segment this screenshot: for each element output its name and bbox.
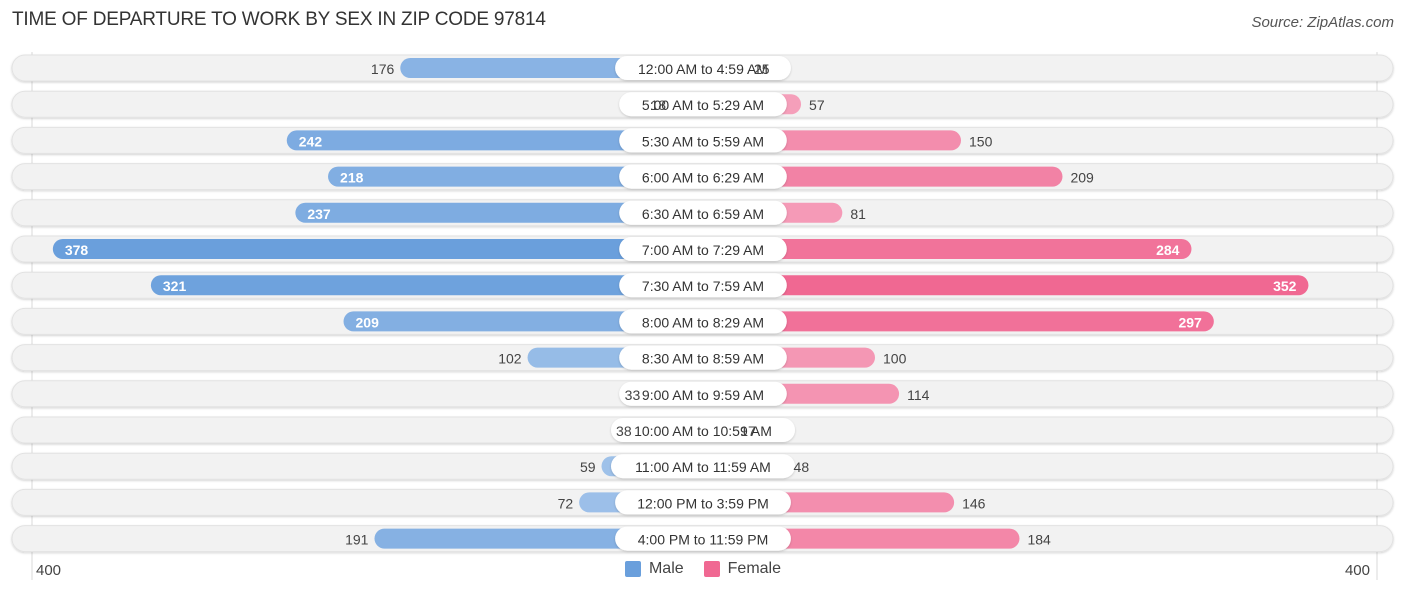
legend-item-male[interactable]: Male <box>624 560 684 578</box>
value-label-male: 242 <box>299 133 323 149</box>
value-label-female: 57 <box>809 97 825 113</box>
chart-row: 12:00 AM to 4:59 AM 176 25 <box>11 54 1394 82</box>
value-label-male: 102 <box>498 351 522 367</box>
value-label-male: 237 <box>307 206 331 222</box>
value-label-male: 321 <box>163 278 187 294</box>
chart-row: 5:30 AM to 5:59 AM 242 150 <box>11 126 1394 154</box>
value-label-female: 81 <box>850 206 866 222</box>
value-label-female: 17 <box>740 423 756 439</box>
chart-row: 9:00 AM to 9:59 AM33 114 <box>11 380 1394 408</box>
category-label: 6:00 AM to 6:29 AM <box>642 170 764 186</box>
value-label-male: 18 <box>650 97 666 113</box>
value-label-female: 100 <box>883 351 907 367</box>
value-label-female: 150 <box>969 133 993 149</box>
chart-row: 12:00 PM to 3:59 PM 72 146 <box>11 488 1394 516</box>
category-label: 7:00 AM to 7:29 AM <box>642 242 764 258</box>
value-label-female: 297 <box>1178 314 1202 330</box>
category-label: 6:30 AM to 6:59 AM <box>642 206 764 222</box>
legend-item-female[interactable]: Female <box>703 560 782 578</box>
chart-row: 7:00 AM to 7:29 AM 378 284 <box>11 235 1394 263</box>
value-label-female: 146 <box>962 495 986 511</box>
value-label-male: 72 <box>558 495 574 511</box>
category-label: 12:00 PM to 3:59 PM <box>637 495 769 511</box>
chart-row: 4:00 PM to 11:59 PM 191 184 <box>11 525 1394 553</box>
value-label-male: 33 <box>625 387 641 403</box>
value-label-male: 59 <box>580 459 596 475</box>
chart-row: 11:00 AM to 11:59 AM 59 48 <box>11 452 1394 480</box>
category-label: 5:30 AM to 5:59 AM <box>642 133 764 149</box>
bar-male[interactable] <box>52 239 713 259</box>
value-label-female: 114 <box>907 387 930 403</box>
legend-swatch-female <box>703 561 720 577</box>
value-label-female: 284 <box>1156 242 1180 258</box>
category-label: 8:00 AM to 8:29 AM <box>642 314 764 330</box>
legend: Male Female <box>0 560 1406 578</box>
chart-canvas: 12:00 AM to 4:59 AM176 255:00 AM to 5:29 … <box>11 52 1394 580</box>
legend-label-female: Female <box>727 560 782 577</box>
value-label-male: 176 <box>371 61 395 77</box>
value-label-female: 209 <box>1070 170 1094 186</box>
value-label-male: 218 <box>340 170 364 186</box>
value-label-female: 25 <box>754 61 770 77</box>
chart-row: 10:00 AM to 10:59 AM38 17 <box>11 416 1394 444</box>
chart-row: 7:30 AM to 7:59 AM 321 352 <box>11 271 1394 299</box>
value-label-female: 48 <box>794 459 810 475</box>
chart-row: 6:30 AM to 6:59 AM 237 81 <box>11 199 1394 227</box>
value-label-male: 378 <box>65 242 89 258</box>
category-label: 4:00 PM to 11:59 PM <box>638 532 768 548</box>
value-label-female: 184 <box>1027 532 1051 548</box>
category-label: 11:00 AM to 11:59 AM <box>635 459 771 475</box>
chart-row: 6:00 AM to 6:29 AM 218 209 <box>11 163 1394 191</box>
category-label: 12:00 AM to 4:59 AM <box>638 61 768 77</box>
chart-row: 8:30 AM to 8:59 AM 102 100 <box>11 344 1394 372</box>
value-label-male: 209 <box>356 314 380 330</box>
category-label: 7:30 AM to 7:59 AM <box>642 278 764 294</box>
value-label-female: 352 <box>1273 278 1297 294</box>
legend-label-male: Male <box>648 560 684 577</box>
value-label-male: 38 <box>616 423 632 439</box>
chart-row: 5:00 AM to 5:29 AM18 57 <box>11 90 1394 118</box>
value-label-male: 191 <box>345 532 369 548</box>
category-label: 9:00 AM to 9:59 AM <box>642 387 764 403</box>
category-label: 8:30 AM to 8:59 AM <box>642 351 764 367</box>
chart-row: 8:00 AM to 8:29 AM 209 297 <box>11 307 1394 335</box>
legend-swatch-male <box>624 561 641 577</box>
